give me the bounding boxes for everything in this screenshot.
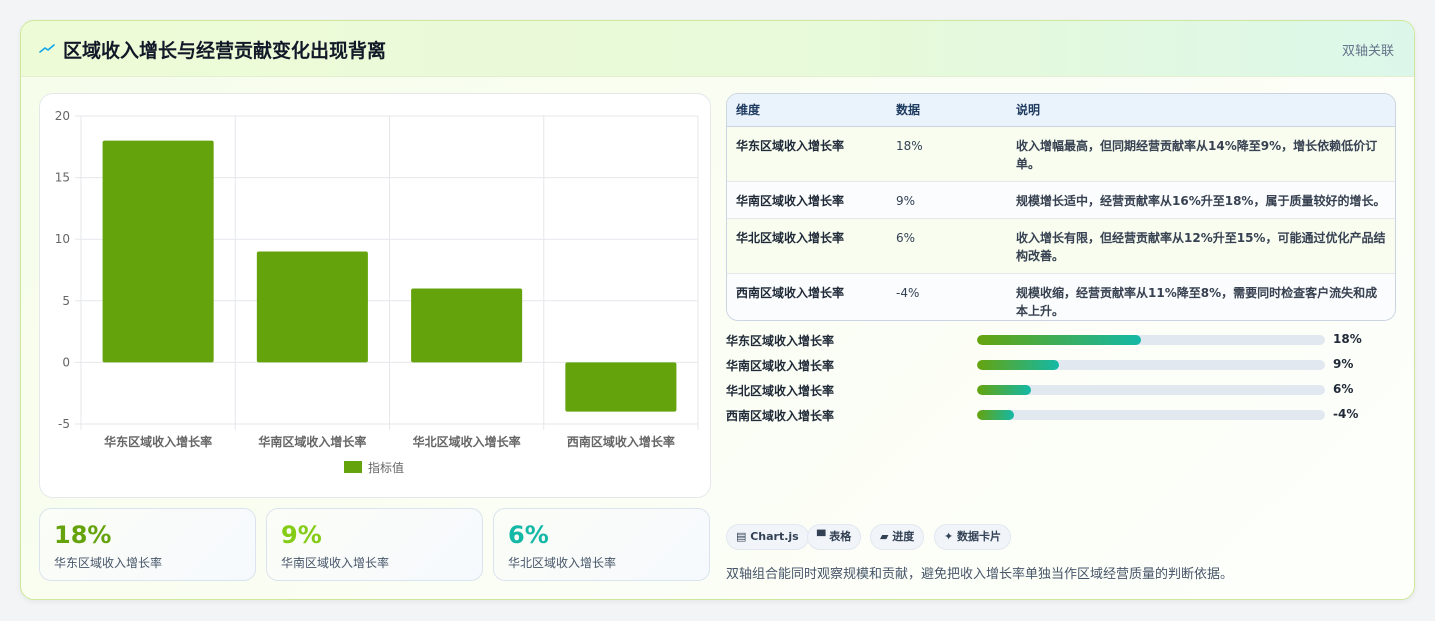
progress-row: 华东区域收入增长率 18% (726, 331, 1396, 356)
progress-fill (977, 360, 1059, 370)
page-title: 区域收入增长与经营贡献变化出现背离 (63, 40, 387, 62)
progress-label: 华东区域收入增长率 (726, 334, 835, 348)
chip-table: ▀ 表格 (807, 524, 862, 550)
y-tick-label: 10 (55, 232, 70, 246)
bar (102, 140, 214, 363)
bar-chart: 20 15 10 5 0 -5 华东区域收入增长率 华南区域收入增长率 华北区域收入增长率 西南区… (39, 93, 711, 498)
bar (565, 362, 677, 412)
bar (411, 288, 523, 363)
progress-value: 6% (1333, 382, 1354, 396)
progress-label: 西南区域收入增长率 (726, 409, 835, 423)
footnote: 双轴组合能同时观察规模和贡献，避免把收入增长率单独当作区域经营质量的判断依据。 (726, 567, 1234, 582)
kpi-card: 9% 华南区域收入增长率 (266, 508, 483, 581)
table-header-dimension: 维度 (727, 94, 887, 127)
progress-value: -4% (1333, 407, 1359, 421)
progress-track (977, 385, 1325, 395)
progress-track (977, 410, 1325, 420)
progress-fill (977, 385, 1031, 395)
table-cell-note: 规模收缩，经营贡献率从11%降至8%，需要同时检查客户流失和成本上升。 (1016, 285, 1378, 318)
y-tick-label: 0 (62, 355, 70, 369)
table-header-note: 说明 (1007, 94, 1395, 127)
table-cell-dimension: 华南区域收入增长率 (727, 181, 887, 219)
kpi-value: 18% (54, 521, 112, 549)
table-cell-dimension: 华东区域收入增长率 (727, 126, 887, 182)
kpi-label: 华南区域收入增长率 (281, 556, 390, 570)
x-tick-label: 华东区域收入增长率 (104, 434, 212, 449)
y-tick-label: 20 (55, 109, 70, 123)
y-tick-label: -5 (58, 417, 70, 431)
x-tick-label: 西南区域收入增长率 (567, 434, 675, 449)
table-row: 华北区域收入增长率 6% 收入增长有限，但经营贡献率从12%升至15%，可能通过… (727, 218, 1395, 274)
table-cell-note: 规模增长适中，经营贡献率从16%升至18%，属于质量较好的增长。 (1007, 181, 1395, 219)
progress-row: 华南区域收入增长率 9% (726, 356, 1396, 381)
table-cell-note: 收入增长有限，但经营贡献率从12%升至15%，可能通过优化产品结构改善。 (1007, 218, 1395, 274)
progress-fill (977, 335, 1141, 345)
table-cell-value: 9% (887, 181, 1007, 219)
x-tick-label: 华南区域收入增长率 (258, 434, 366, 449)
kpi-label: 华东区域收入增长率 (54, 556, 163, 570)
table-cell-note: 收入增幅最高，但同期经营贡献率从14%降至9%，增长依赖低价订单。 (1007, 126, 1395, 182)
kpi-card: 18% 华东区域收入增长率 (39, 508, 256, 581)
table-header-row: 维度 数据 说明 (727, 94, 1395, 127)
progress-track (977, 360, 1325, 370)
bar-chart-svg: 20 15 10 5 0 -5 华东区域收入增长率 华南区域收入增长率 华北区域收入增长率 西南区… (55, 109, 699, 475)
chip-chartjs: ▤ Chart.js (726, 524, 809, 550)
progress-track (977, 335, 1325, 345)
kpi-label: 华北区域收入增长率 (508, 556, 617, 570)
table-row: 华东区域收入增长率 18% 收入增幅最高，但同期经营贡献率从14%降至9%，增长… (727, 126, 1395, 182)
trend-line-icon (39, 44, 55, 53)
table-cell-value: -4% (896, 285, 920, 300)
insight-card: 区域收入增长与经营贡献变化出现背离 双轴关联 20 15 10 5 0 -5 华东区域收入增… (20, 20, 1415, 600)
card-header: 区域收入增长与经营贡献变化出现背离 双轴关联 (21, 21, 1414, 77)
progress-label: 华北区域收入增长率 (726, 384, 835, 398)
kpi-value: 9% (281, 521, 322, 549)
table-cell-value: 6% (887, 218, 1007, 274)
chip-data-card: ✦ 数据卡片 (934, 524, 1012, 550)
progress-value: 9% (1333, 357, 1354, 371)
bar (256, 251, 368, 363)
table-header-value: 数据 (887, 94, 1007, 127)
progress-fill (977, 410, 1014, 420)
legend-swatch (344, 461, 362, 473)
chip-progress: ▰ 进度 (870, 524, 925, 550)
progress-row: 华北区域收入增长率 6% (726, 381, 1396, 406)
progress-row: 西南区域收入增长率 -4% (726, 406, 1396, 431)
legend-label: 指标值 (368, 460, 404, 475)
data-table: 维度 数据 说明 华东区域收入增长率 18% 收入增幅最高，但同期经营贡献率从1… (726, 93, 1396, 321)
table-cell-dimension: 华北区域收入增长率 (727, 218, 887, 274)
y-tick-label: 15 (55, 171, 70, 185)
kpi-value: 6% (508, 521, 549, 549)
table-row: 华南区域收入增长率 9% 规模增长适中，经营贡献率从16%升至18%，属于质量较… (727, 181, 1395, 219)
table-cell-value: 18% (887, 126, 1007, 182)
progress-label: 华南区域收入增长率 (726, 359, 835, 373)
y-tick-label: 5 (62, 294, 70, 308)
progress-list: 华东区域收入增长率 18% 华南区域收入增长率 9% 华北区域收入增长率 6% … (726, 331, 1396, 431)
table-row: 西南区域收入增长率 -4% 规模收缩，经营贡献率从11%降至8%，需要同时检查客… (727, 273, 1395, 320)
x-tick-label: 华北区域收入增长率 (413, 434, 521, 449)
table-cell-dimension: 西南区域收入增长率 (736, 285, 845, 300)
progress-value: 18% (1333, 332, 1362, 346)
header-tag: 双轴关联 (1341, 44, 1394, 59)
kpi-card: 6% 华北区域收入增长率 (493, 508, 710, 581)
